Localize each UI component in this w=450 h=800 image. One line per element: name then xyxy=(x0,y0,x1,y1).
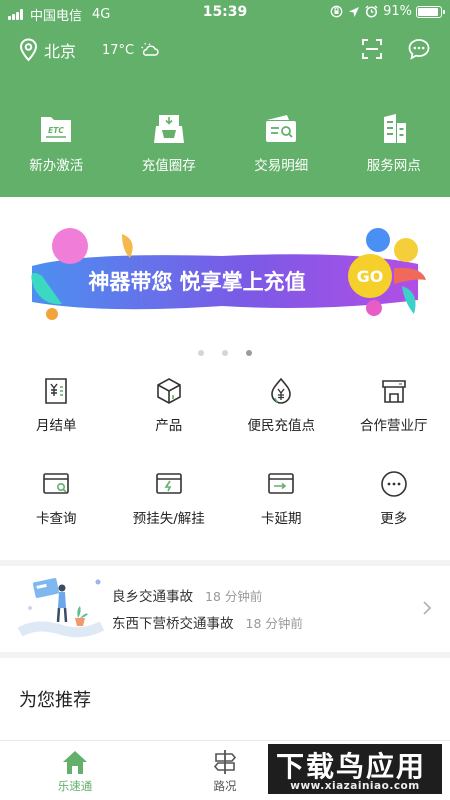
city-name: 北京 xyxy=(44,42,77,61)
banner-go: GO xyxy=(357,267,384,286)
quick-action-label: 新办激活 xyxy=(29,158,84,174)
quick-action-transactions[interactable]: 交易明细 xyxy=(225,112,338,174)
watermark-logo: 下载鸟应用 www.xiazainiao.com xyxy=(266,742,444,796)
monthly-bill-icon xyxy=(45,378,68,404)
tab-label: 乐速通 xyxy=(57,779,93,793)
service-report-loss[interactable]: 预挂失/解挂 xyxy=(113,469,226,562)
news-title: 东西下营桥交通事故 xyxy=(112,616,234,632)
section-title: 为您推荐 xyxy=(19,690,91,711)
service-label: 更多 xyxy=(380,511,408,527)
service-grid: 月结单 产品 便民充值点 合作营业厅 卡查询 预挂失/解挂 卡延期 更多 xyxy=(0,376,450,562)
location-pin-icon xyxy=(19,38,38,62)
service-label: 卡查询 xyxy=(36,511,77,527)
svg-text:ETC: ETC xyxy=(48,126,64,135)
wallet-search-icon xyxy=(266,115,297,142)
building-icon xyxy=(383,114,406,143)
quick-action-label: 服务网点 xyxy=(366,158,421,174)
quick-action-service-points[interactable]: 服务网点 xyxy=(338,112,450,174)
news-illustration xyxy=(18,578,105,638)
watermark-title: 下载鸟应用 xyxy=(276,750,427,783)
chat-icon[interactable] xyxy=(407,38,431,60)
more-icon xyxy=(380,471,407,497)
news-time: 18 分钟前 xyxy=(205,589,263,604)
quick-action-recharge[interactable]: 充值圈存 xyxy=(113,112,226,174)
location-arrow-icon xyxy=(349,6,360,17)
battery-icon xyxy=(416,5,445,18)
cloudy-icon xyxy=(141,42,159,56)
service-label: 便民充值点 xyxy=(247,418,316,434)
temperature: 17°C xyxy=(102,42,135,58)
watermark-url: www.xiazainiao.com xyxy=(290,780,420,792)
service-card-query[interactable]: 卡查询 xyxy=(0,469,113,562)
news-item[interactable]: 东西下营桥交通事故 18 分钟前 xyxy=(112,612,303,632)
signpost-icon xyxy=(213,750,237,774)
banner-text: 神器带您 悦享掌上充值 xyxy=(88,270,305,294)
service-monthly-bill[interactable]: 月结单 xyxy=(0,376,113,469)
service-label: 合作营业厅 xyxy=(360,418,428,434)
tab-home[interactable]: 乐速通 xyxy=(25,749,125,794)
pagination-dot[interactable] xyxy=(246,350,252,356)
service-card-extension[interactable]: 卡延期 xyxy=(225,469,338,562)
quick-action-label: 充值圈存 xyxy=(141,158,196,174)
card-search-icon xyxy=(43,473,70,494)
quick-action-activate[interactable]: ETC 新办激活 xyxy=(0,112,113,174)
section-divider xyxy=(0,652,450,658)
card-reader-icon xyxy=(153,115,184,143)
traffic-news[interactable]: 良乡交通事故 18 分钟前 东西下营桥交通事故 18 分钟前 xyxy=(0,566,450,652)
news-time: 18 分钟前 xyxy=(245,616,303,631)
service-label: 产品 xyxy=(155,418,183,434)
battery-percent: 91% xyxy=(383,4,412,19)
pagination-dot[interactable] xyxy=(222,350,228,356)
service-label: 卡延期 xyxy=(261,511,302,527)
service-more[interactable]: 更多 xyxy=(338,469,450,562)
chevron-right-icon[interactable] xyxy=(422,600,432,616)
banner-artwork: GO 神器带您 悦享掌上充值 xyxy=(31,228,426,320)
orientation-lock-icon xyxy=(330,5,343,18)
status-bar: 中国电信 4G 15:39 91% xyxy=(0,0,450,26)
tab-traffic[interactable]: 路况 xyxy=(175,749,275,794)
service-label: 月结单 xyxy=(36,418,77,434)
service-partner-hall[interactable]: 合作营业厅 xyxy=(338,376,450,469)
scan-icon[interactable] xyxy=(361,38,383,60)
tab-label: 路况 xyxy=(213,779,237,793)
news-title: 良乡交通事故 xyxy=(112,589,193,605)
header: 中国电信 4G 15:39 91% 北京 17°C ETC 新办激活 充值圈存 … xyxy=(0,0,450,197)
box-icon xyxy=(156,378,181,404)
card-lightning-icon xyxy=(155,473,182,494)
news-item[interactable]: 良乡交通事故 18 分钟前 xyxy=(112,585,262,605)
shop-icon xyxy=(381,380,406,403)
pagination-dot[interactable] xyxy=(198,350,204,356)
service-label: 预挂失/解挂 xyxy=(132,511,205,527)
alarm-icon xyxy=(365,5,378,18)
location-weather[interactable]: 北京 17°C xyxy=(19,38,160,62)
etc-card-icon: ETC xyxy=(41,117,72,142)
home-icon xyxy=(63,751,87,774)
service-recharge-point[interactable]: 便民充值点 xyxy=(225,376,338,469)
card-arrow-icon xyxy=(268,473,295,494)
service-product[interactable]: 产品 xyxy=(113,376,226,469)
promo-banner[interactable]: GO 神器带您 悦享掌上充值 xyxy=(22,226,428,328)
banner-pagination xyxy=(0,350,450,356)
yuan-drop-icon xyxy=(271,377,292,404)
quick-action-label: 交易明细 xyxy=(254,158,309,174)
